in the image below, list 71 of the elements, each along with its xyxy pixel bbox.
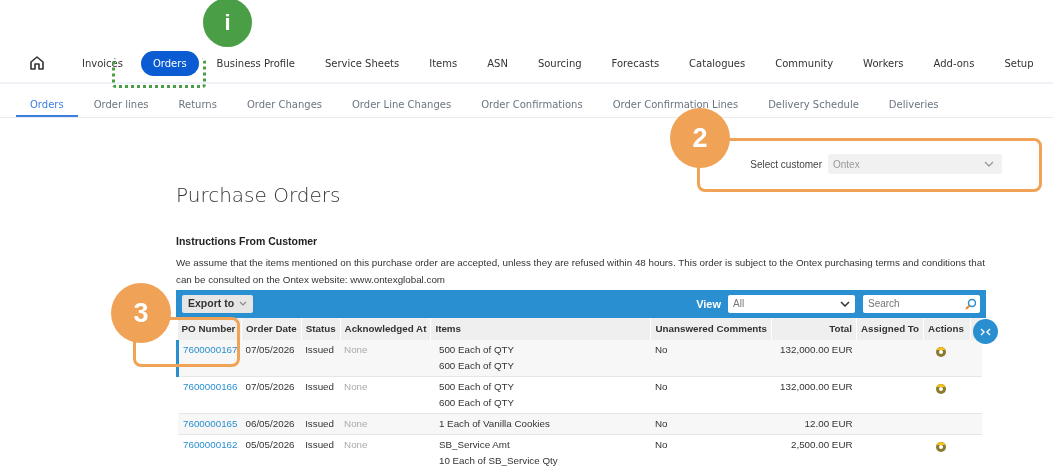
table-cell: None bbox=[340, 413, 431, 435]
sub-tab[interactable]: Delivery Schedule bbox=[754, 84, 873, 117]
search-icon[interactable] bbox=[964, 297, 976, 310]
table-cell: None bbox=[340, 434, 431, 468]
nav-tab[interactable]: Business Profile bbox=[204, 50, 307, 76]
po-number-link[interactable]: 7600000166 bbox=[183, 381, 238, 393]
po-number-link[interactable]: 7600000162 bbox=[183, 439, 238, 451]
nav-tab[interactable]: Catalogues bbox=[677, 50, 758, 76]
nav-tab[interactable]: Sourcing bbox=[525, 50, 594, 76]
collapse-button[interactable] bbox=[973, 319, 998, 344]
nav-tab[interactable]: Orders bbox=[140, 50, 199, 76]
table-cell: Issued bbox=[301, 376, 341, 414]
export-button[interactable]: Export to bbox=[182, 294, 254, 313]
caret-icon bbox=[239, 301, 248, 307]
nav-tab[interactable]: Invoices bbox=[70, 50, 135, 76]
table-cell: 06/05/2026 bbox=[241, 413, 302, 435]
table-cell: No bbox=[650, 340, 772, 377]
sub-tab[interactable]: Returns bbox=[164, 84, 231, 117]
table-cell: 07/05/2026 bbox=[241, 340, 302, 377]
table-cell: Issued bbox=[301, 340, 341, 377]
search-field[interactable]: Search bbox=[863, 294, 980, 313]
home-icon[interactable] bbox=[28, 54, 46, 72]
chevron-icon bbox=[840, 300, 850, 307]
item-line: SB_Service Amt bbox=[438, 438, 510, 453]
table-cell: 2,500.00 EUR bbox=[771, 434, 857, 468]
nav-tab[interactable]: Workers bbox=[851, 50, 916, 76]
item-line: 1 Each of Vanilla Cookies bbox=[438, 417, 550, 432]
nav-tab[interactable]: ASN bbox=[475, 50, 520, 76]
nav-tab[interactable]: Items bbox=[417, 50, 470, 76]
collapse-icon bbox=[979, 326, 992, 337]
nav-tab[interactable]: Add-ons bbox=[921, 50, 987, 76]
item-line: 500 Each of QTY bbox=[438, 343, 515, 358]
page-title: Purchase Orders bbox=[176, 182, 342, 209]
nav-tab[interactable]: Service Sheets bbox=[313, 50, 412, 76]
instructions-text: We assume that the items mentioned on this purchase order are accepted, unless they are refused within 48 hours. This order is subject to the Ontex purchasing terms and conditions that can be consulted on the Ontex website: www.ontexglobal.com bbox=[176, 255, 986, 287]
sub-tab[interactable]: Deliveries bbox=[874, 84, 953, 117]
sub-tab[interactable]: Order Confirmations bbox=[467, 84, 597, 117]
section-heading: Instructions From Customer bbox=[176, 234, 319, 249]
table-cell: None bbox=[340, 340, 431, 377]
field-label: Select customer bbox=[750, 157, 822, 172]
sub-tab[interactable]: Order Line Changes bbox=[338, 84, 466, 117]
table-cell: 05/05/2026 bbox=[241, 434, 302, 468]
callout-badge: 2 bbox=[670, 108, 730, 168]
item-line: 500 Each of QTY bbox=[438, 380, 515, 395]
table-cell: 12.00 EUR bbox=[771, 413, 857, 435]
item-line: 600 Each of QTY bbox=[438, 359, 515, 374]
view-label: View bbox=[696, 296, 721, 312]
chevron-icon bbox=[984, 161, 994, 167]
sub-tab[interactable]: Orders bbox=[16, 84, 78, 117]
sub-tab[interactable]: Order lines bbox=[79, 84, 163, 117]
callout-badge: 3 bbox=[111, 283, 171, 343]
table-cell: No bbox=[650, 413, 772, 435]
po-number-link[interactable]: 7600000165 bbox=[183, 418, 238, 430]
table-cell: 132,000.00 EUR bbox=[771, 340, 857, 377]
column-header: Items bbox=[430, 317, 651, 341]
nav-tab[interactable]: Community bbox=[763, 50, 846, 76]
item-line: 600 Each of QTY bbox=[438, 396, 515, 411]
callout-badge: i bbox=[203, 0, 252, 47]
nav-tab[interactable]: Setup bbox=[992, 50, 1046, 76]
view-dropdown[interactable]: All bbox=[728, 294, 855, 313]
table-cell: 07/05/2026 bbox=[241, 376, 302, 414]
nav-tab[interactable]: Forecasts bbox=[599, 50, 672, 76]
table-cell: Issued bbox=[301, 413, 341, 435]
sub-tab[interactable]: Order Changes bbox=[232, 84, 336, 117]
po-number-link[interactable]: 7600000167 bbox=[183, 344, 238, 356]
item-line: 10 Each of SB_Service Qty bbox=[438, 454, 558, 468]
table-cell: Issued bbox=[301, 434, 341, 468]
table-cell: 132,000.00 EUR bbox=[771, 376, 857, 414]
table-cell: No bbox=[650, 434, 772, 468]
table-cell: No bbox=[650, 376, 772, 414]
table-cell: None bbox=[340, 376, 431, 414]
